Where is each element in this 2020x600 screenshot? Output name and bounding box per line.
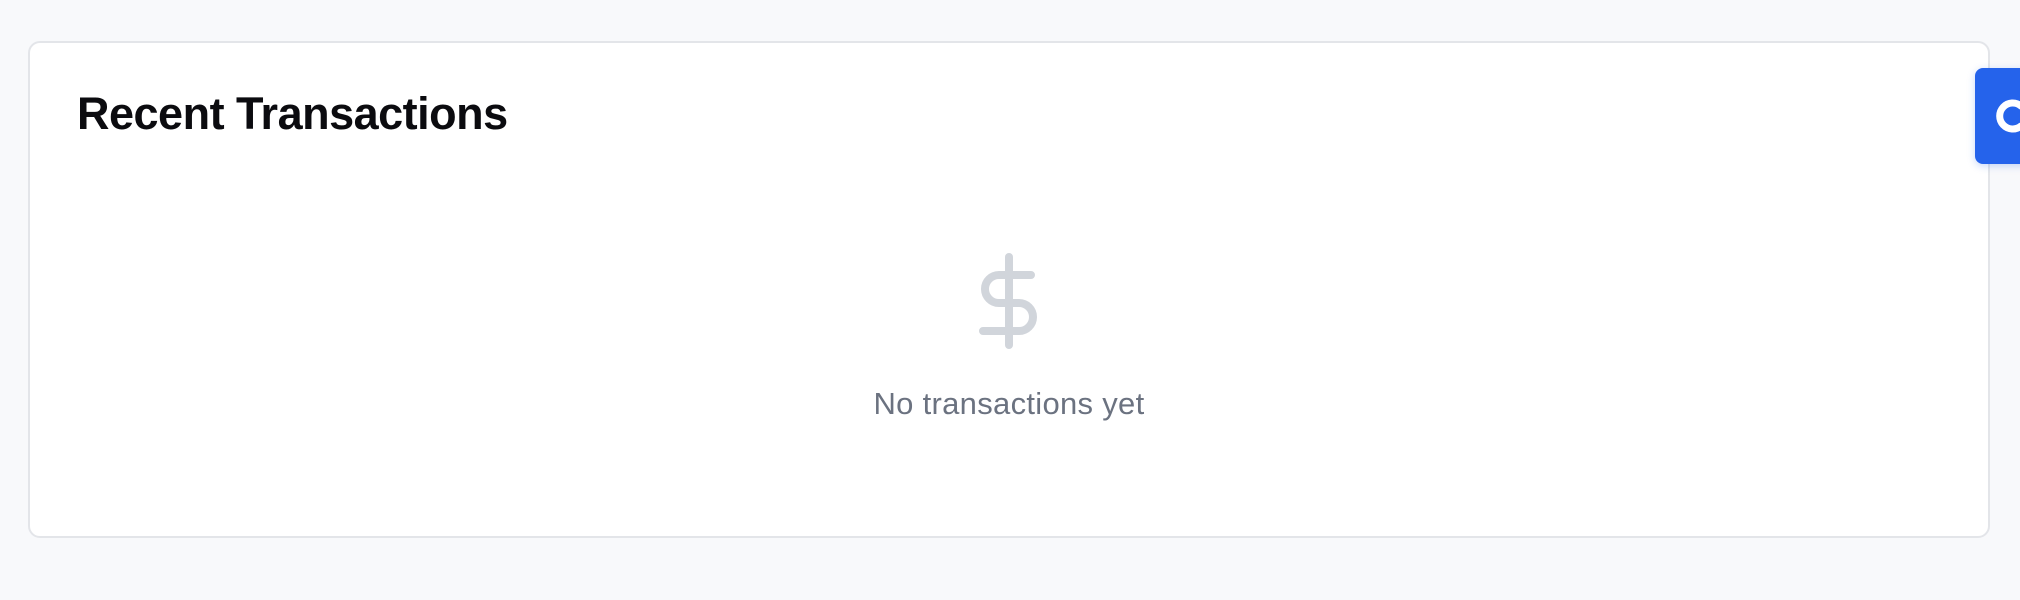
dollar-icon [979, 253, 1037, 349]
chat-widget-tab[interactable] [1975, 68, 2020, 164]
empty-state-message: No transactions yet [873, 386, 1145, 421]
empty-state: No transactions yet [30, 253, 1988, 422]
card-title: Recent Transactions [77, 88, 508, 139]
recent-transactions-card: Recent Transactions No transactions yet [28, 41, 1990, 538]
chat-icon [1996, 99, 2020, 133]
